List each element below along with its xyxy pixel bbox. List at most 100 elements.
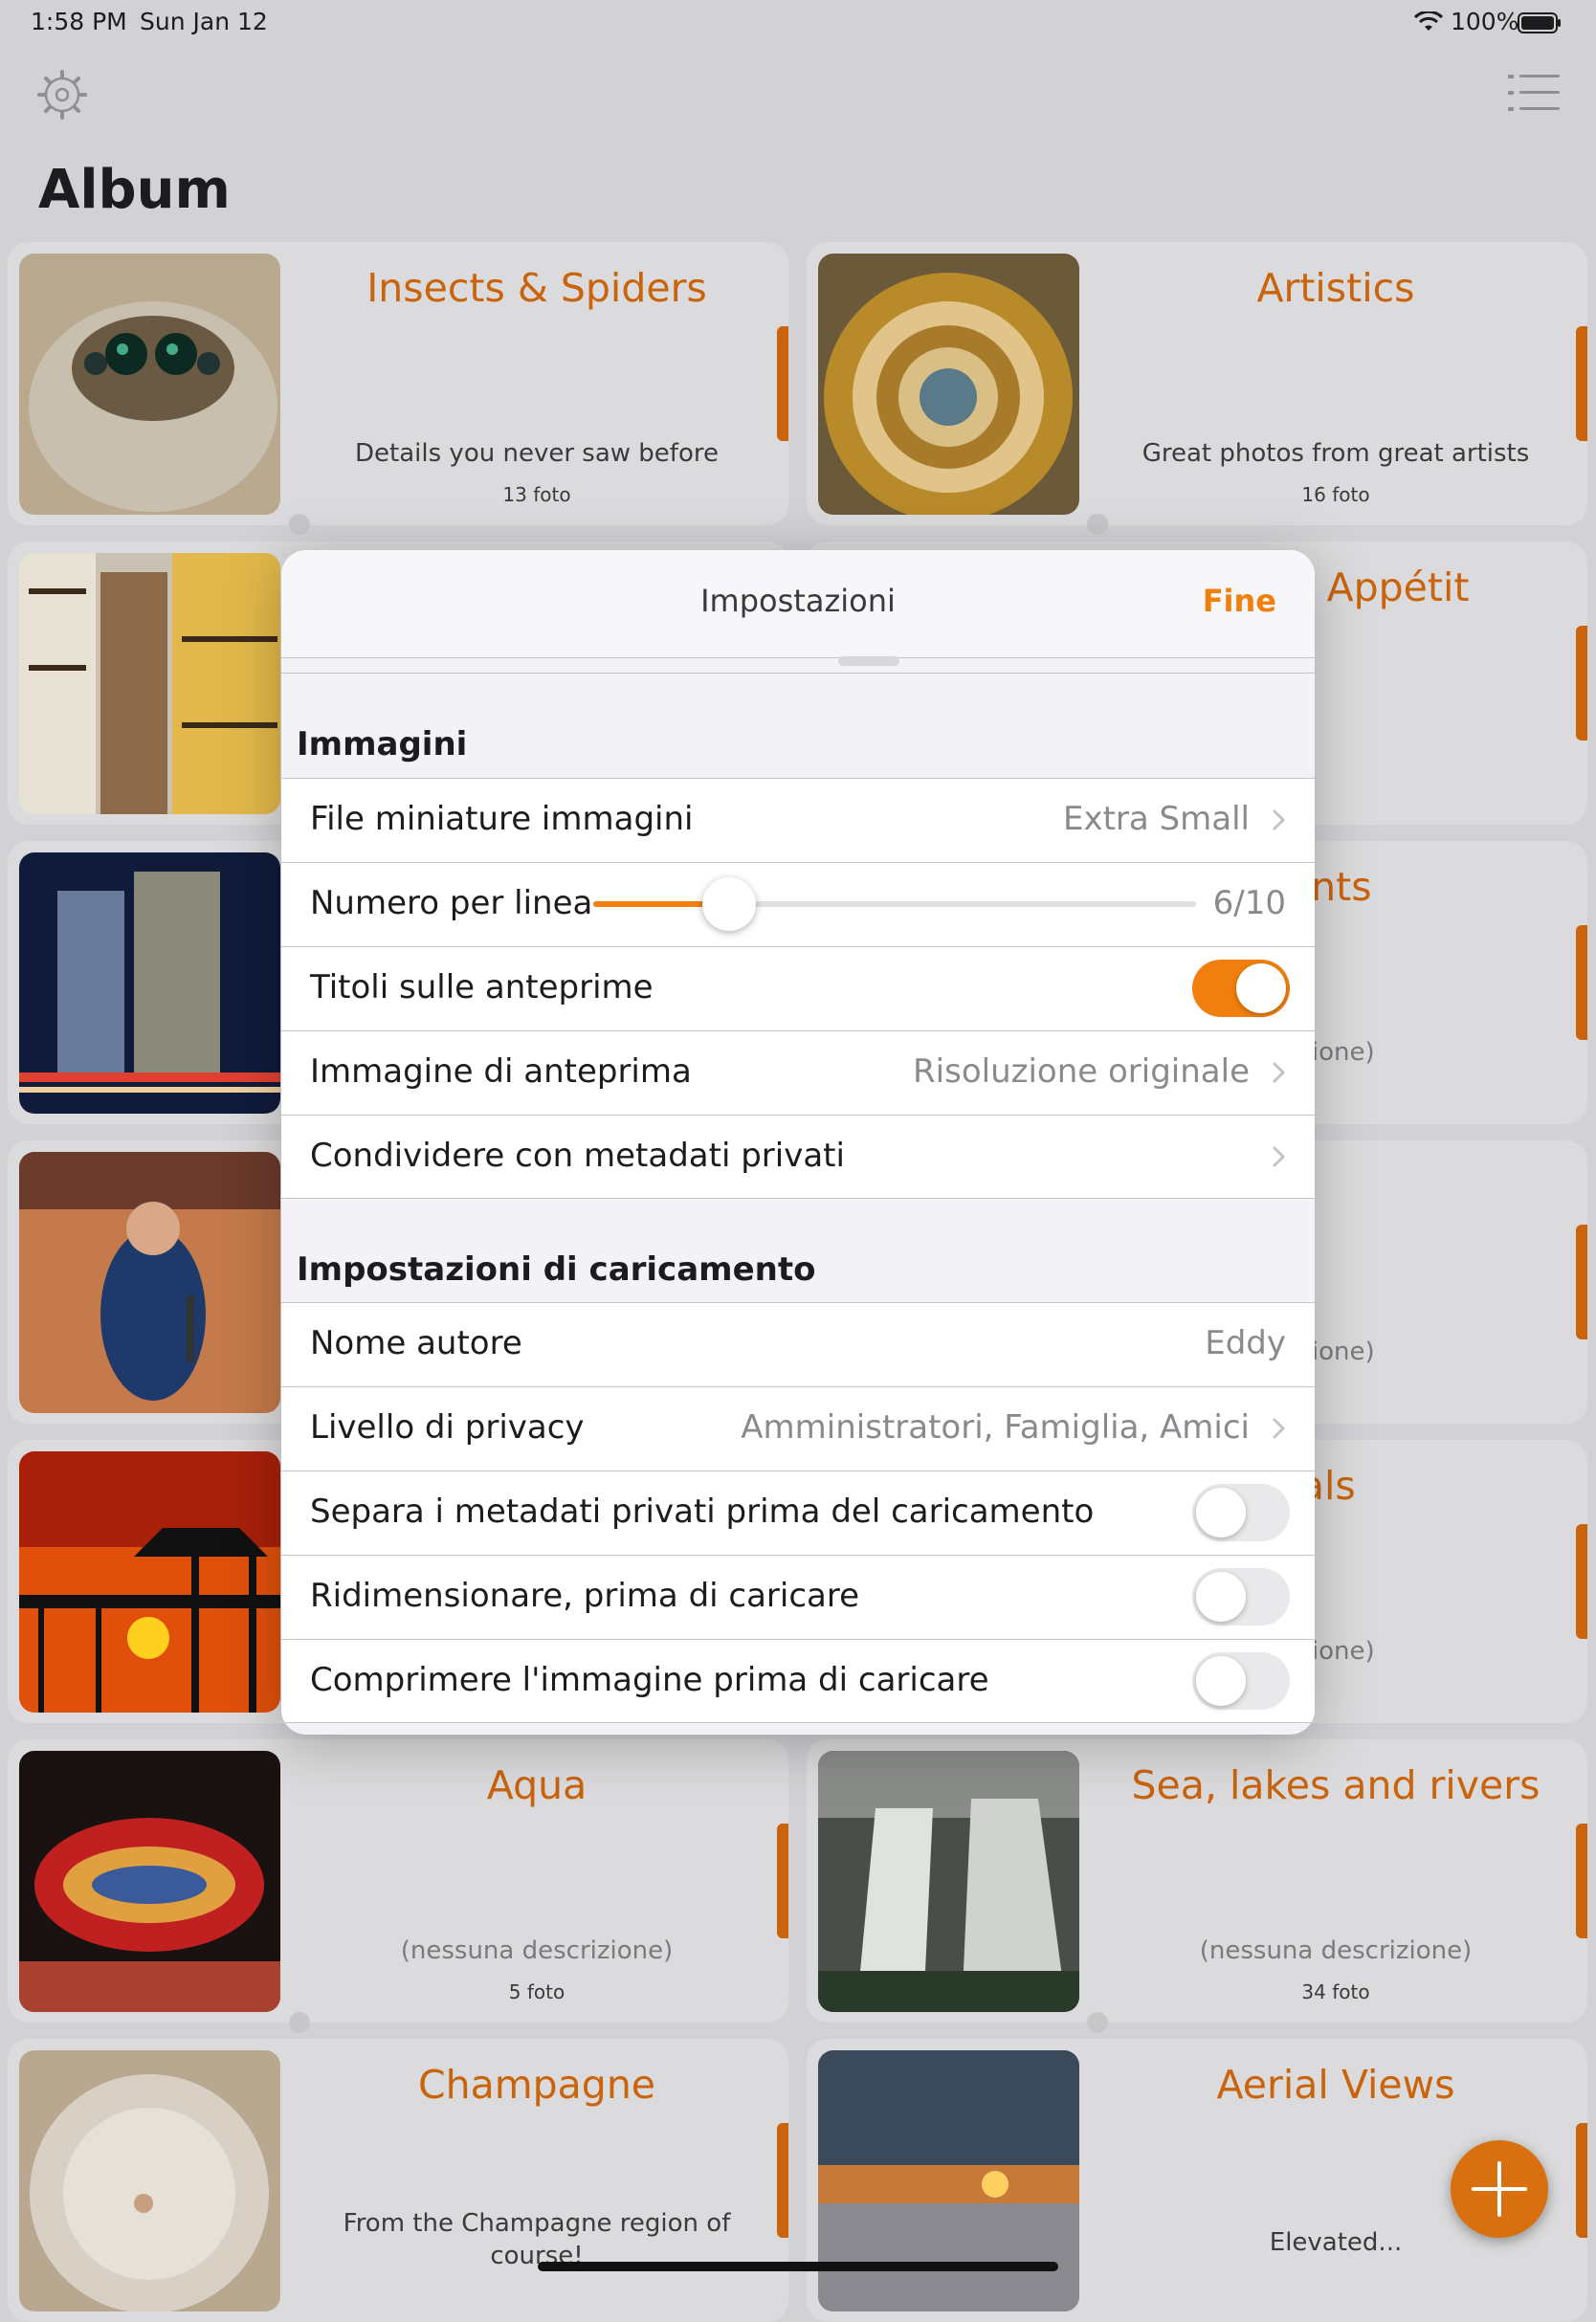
grid-dot: [289, 2012, 310, 2033]
per-line-row: Numero per linea 6/10: [281, 862, 1315, 946]
row-label: Numero per linea: [310, 884, 593, 922]
row-label: Nome autore: [310, 1324, 522, 1362]
album-action-tab[interactable]: [1576, 1524, 1587, 1639]
compress-row: Comprimere l'immagine prima di caricare: [281, 1639, 1315, 1723]
row-label: Titoli sulle anteprime: [310, 968, 654, 1006]
resize-row: Ridimensionare, prima di caricare: [281, 1555, 1315, 1639]
row-value: Extra Small: [1063, 800, 1250, 838]
album-thumbnail: [19, 1751, 280, 2012]
grid-dot: [1087, 514, 1108, 535]
resize-toggle[interactable]: [1192, 1568, 1290, 1625]
album-description: (nessuna descrizione): [400, 1936, 674, 1965]
gear-icon[interactable]: [36, 69, 88, 121]
album-thumbnail: [19, 2050, 280, 2311]
row-value: Amministratori, Famiglia, Amici: [741, 1408, 1250, 1447]
section-header-images: Immagini: [297, 725, 468, 763]
album-card[interactable]: Insects & Spiders Details you never saw …: [8, 242, 788, 525]
album-count: 34 foto: [1301, 1980, 1370, 2003]
divider: [281, 673, 1315, 674]
album-description: (nessuna descrizione): [1199, 1936, 1473, 1965]
done-button[interactable]: Fine: [1203, 583, 1276, 619]
settings-sheet: Impostazioni Fine Immagini File miniatur…: [281, 550, 1315, 1735]
status-bar: 1:58 PM Sun Jan 12 100%: [0, 0, 1596, 44]
status-time: 1:58 PM: [31, 8, 127, 35]
album-title: Aerial Views: [1216, 2062, 1455, 2108]
author-name-field[interactable]: Eddy: [1205, 1324, 1286, 1362]
album-card[interactable]: Champagne From the Champagne region of c…: [8, 2039, 788, 2322]
album-card[interactable]: Artistics Great photos from great artist…: [807, 242, 1587, 525]
row-label: Separa i metadati privati prima del cari…: [310, 1493, 1095, 1531]
album-thumbnail: [19, 254, 280, 515]
row-label: File miniature immagini: [310, 800, 694, 838]
album-action-tab[interactable]: [1576, 1824, 1587, 1938]
toggle-knob: [1236, 963, 1286, 1013]
album-title: Aqua: [486, 1762, 587, 1808]
titles-on-previews-toggle[interactable]: [1192, 960, 1290, 1017]
add-album-button[interactable]: [1451, 2140, 1548, 2238]
home-indicator[interactable]: [538, 2262, 1058, 2271]
toggle-knob: [1196, 1488, 1246, 1537]
plus-icon: [1472, 2161, 1527, 2217]
page-title: Album: [38, 159, 231, 221]
album-thumbnail: [19, 1451, 280, 1713]
per-line-slider[interactable]: [593, 877, 1196, 931]
toggle-knob: [1196, 1572, 1246, 1622]
album-description: Great photos from great artists: [1142, 439, 1530, 468]
album-title: Artistics: [1256, 265, 1415, 311]
privacy-level-row[interactable]: Livello di privacy Amministratori, Famig…: [281, 1386, 1315, 1471]
chevron-right-icon: [1272, 808, 1286, 831]
album-action-tab[interactable]: [1576, 626, 1587, 741]
album-action-tab[interactable]: [777, 326, 788, 441]
album-action-tab[interactable]: [1576, 925, 1587, 1040]
chevron-right-icon: [1272, 1061, 1286, 1084]
preview-image-row[interactable]: Immagine di anteprima Risoluzione origin…: [281, 1030, 1315, 1115]
album-thumbnail: [19, 553, 280, 814]
album-card[interactable]: Sea, lakes and rivers (nessuna descrizio…: [807, 1739, 1587, 2023]
strip-metadata-toggle[interactable]: [1192, 1484, 1290, 1541]
divider: [281, 1198, 1315, 1199]
list-icon[interactable]: [1508, 73, 1560, 113]
scroll-indicator: [838, 656, 899, 666]
share-private-metadata-row[interactable]: Condividere con metadati privati: [281, 1115, 1315, 1199]
album-thumbnail: [19, 1152, 280, 1413]
album-title: Champagne: [417, 2062, 656, 2108]
album-title: Sea, lakes and rivers: [1131, 1762, 1541, 1808]
row-label: Condividere con metadati privati: [310, 1137, 845, 1175]
chevron-right-icon: [1272, 1145, 1286, 1168]
settings-title: Impostazioni: [700, 583, 896, 619]
album-count: 13 foto: [502, 483, 571, 506]
wifi-icon: [1414, 11, 1443, 31]
chevron-right-icon: [1272, 1417, 1286, 1440]
album-thumbnail: [818, 1751, 1079, 2012]
row-label: Immagine di anteprima: [310, 1052, 692, 1091]
album-action-tab[interactable]: [1576, 326, 1587, 441]
row-value: Risoluzione originale: [913, 1052, 1250, 1091]
album-thumbnail: [818, 254, 1079, 515]
album-thumbnail: [818, 2050, 1079, 2311]
row-label: Ridimensionare, prima di caricare: [310, 1577, 860, 1615]
battery-percent: 100%: [1451, 8, 1519, 35]
row-label: Livello di privacy: [310, 1408, 585, 1447]
divider: [281, 1722, 1315, 1723]
album-action-tab[interactable]: [777, 1824, 788, 1938]
thumbnail-file-row[interactable]: File miniature immagini Extra Small: [281, 778, 1315, 862]
titles-on-previews-row: Titoli sulle anteprime: [281, 946, 1315, 1030]
section-header-upload: Impostazioni di caricamento: [297, 1250, 816, 1289]
slider-thumb[interactable]: [702, 877, 756, 931]
album-count: 5 foto: [508, 1980, 565, 2003]
strip-metadata-row: Separa i metadati privati prima del cari…: [281, 1471, 1315, 1555]
album-action-tab[interactable]: [1576, 2123, 1587, 2238]
grid-dot: [1087, 2012, 1108, 2033]
album-description: Details you never saw before: [355, 439, 719, 468]
album-thumbnail: [19, 852, 280, 1114]
compress-toggle[interactable]: [1192, 1652, 1290, 1710]
grid-dot: [289, 514, 310, 535]
album-card[interactable]: Aqua (nessuna descrizione) 5 foto: [8, 1739, 788, 2023]
row-label: Comprimere l'immagine prima di caricare: [310, 1661, 989, 1699]
settings-nav-bar: Impostazioni Fine: [281, 550, 1315, 658]
battery-icon: [1518, 12, 1561, 33]
album-action-tab[interactable]: [1576, 1225, 1587, 1339]
author-name-row[interactable]: Nome autore Eddy: [281, 1302, 1315, 1386]
status-date: Sun Jan 12: [140, 8, 268, 35]
album-action-tab[interactable]: [777, 2123, 788, 2238]
